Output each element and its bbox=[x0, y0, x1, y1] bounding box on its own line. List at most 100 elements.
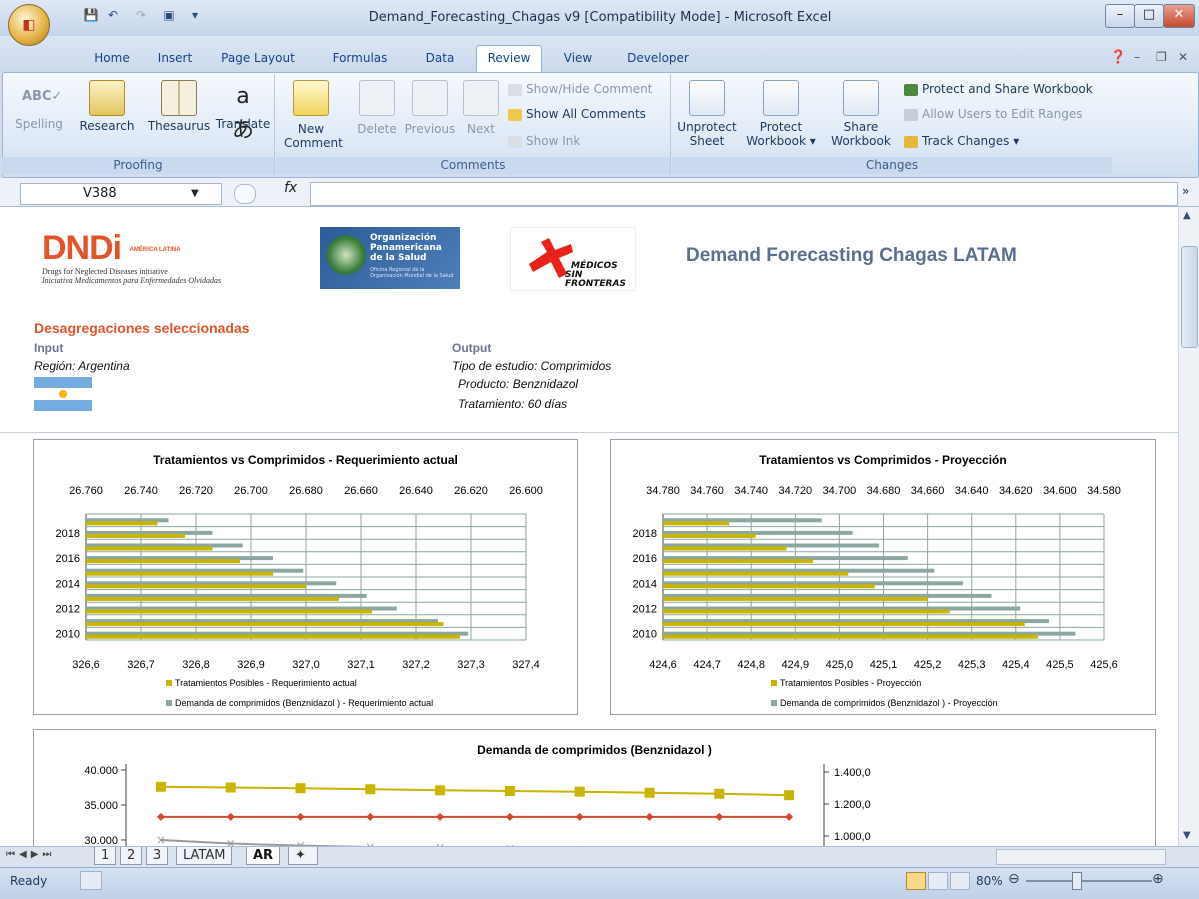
formula-input[interactable] bbox=[310, 182, 1178, 206]
protect-and-share-button[interactable]: Protect and Share Workbook bbox=[904, 80, 1093, 98]
tab-page-layout[interactable]: Page Layout bbox=[214, 46, 302, 70]
sheet-tab-3[interactable]: 3 bbox=[146, 847, 169, 865]
y-axis-tick-label: 2012 bbox=[56, 604, 80, 616]
output-line-2: Producto: Benznidazol bbox=[458, 377, 579, 391]
sheet-tab-ar[interactable]: AR bbox=[246, 847, 281, 865]
formula-cancel-icon[interactable] bbox=[234, 184, 256, 204]
macro-record-icon[interactable] bbox=[80, 871, 102, 890]
bottom-axis-tick-label: 424,8 bbox=[737, 659, 765, 671]
protect-workbook-button[interactable]: Protect Workbook ▾ bbox=[744, 80, 818, 148]
ribbon-restore-icon[interactable]: ❐ bbox=[1156, 50, 1167, 64]
worksheet[interactable]: DNDi AMÉRICA LATINA Drugs for Neglected … bbox=[0, 207, 1178, 846]
sheet-tab-2[interactable]: 2 bbox=[120, 847, 143, 865]
sheet-tab-1[interactable]: 1 bbox=[94, 847, 117, 865]
ops-logo-line1: Organización bbox=[370, 233, 437, 243]
chart-requerimiento-svg: Tratamientos vs Comprimidos - Requerimie… bbox=[56, 453, 543, 708]
help-icon[interactable]: ❓ bbox=[1110, 50, 1126, 65]
protect-and-share-icon bbox=[904, 83, 918, 96]
customize-qat-icon[interactable]: ▾ bbox=[186, 8, 204, 26]
show-hide-comment-button[interactable]: Show/Hide Comment bbox=[508, 80, 652, 98]
bottom-axis-tick-label: 425,2 bbox=[914, 659, 942, 671]
tab-view[interactable]: View bbox=[556, 46, 600, 70]
bottom-axis-tick-label: 425,3 bbox=[958, 659, 986, 671]
bar-tratamientos bbox=[86, 584, 306, 589]
data-point bbox=[715, 812, 724, 821]
delete-comment-button[interactable]: Delete bbox=[350, 80, 404, 136]
sheet-nav-icons[interactable]: ⏮◀▶⏭ bbox=[6, 849, 55, 860]
vertical-scroll-thumb[interactable] bbox=[1181, 246, 1198, 348]
data-point bbox=[784, 790, 795, 801]
next-comment-label: Next bbox=[467, 122, 495, 136]
zoom-in-icon[interactable]: ⊕ bbox=[1152, 871, 1164, 887]
chart-demanda-comprimidos[interactable]: Demanda de comprimidos (Benznidazol ) 40.… bbox=[33, 729, 1156, 846]
horizontal-scrollbar[interactable] bbox=[996, 849, 1166, 865]
bottom-axis-tick-label: 425,0 bbox=[826, 659, 854, 671]
tab-home[interactable]: Home bbox=[84, 46, 140, 70]
tab-review[interactable]: Review bbox=[476, 45, 542, 73]
name-box-dropdown-icon[interactable]: ▼ bbox=[191, 184, 199, 204]
undo-icon[interactable]: ↶ bbox=[104, 8, 122, 26]
office-button[interactable]: ◧ bbox=[8, 4, 50, 46]
ribbon-minimize-icon[interactable]: – bbox=[1134, 50, 1140, 64]
quick-access-icon[interactable]: ▣ bbox=[160, 8, 178, 26]
name-box[interactable]: V388 ▼ bbox=[20, 183, 222, 205]
previous-comment-button[interactable]: Previous bbox=[400, 80, 460, 136]
maximize-button[interactable]: □ bbox=[1134, 4, 1164, 28]
new-comment-button[interactable]: New Comment bbox=[284, 80, 343, 150]
thesaurus-button[interactable]: Thesaurus bbox=[144, 80, 214, 133]
zoom-out-icon[interactable]: ⊖ bbox=[1008, 871, 1020, 887]
tab-developer[interactable]: Developer bbox=[618, 46, 698, 70]
unprotect-sheet-label-1: Unprotect bbox=[677, 120, 737, 134]
globe-icon bbox=[326, 235, 366, 275]
tab-data[interactable]: Data bbox=[418, 46, 462, 70]
zoom-slider[interactable] bbox=[1026, 880, 1152, 882]
data-point: × bbox=[156, 833, 166, 846]
status-text: Ready bbox=[10, 874, 48, 888]
sheet-tab-latam[interactable]: LATAM bbox=[176, 847, 233, 865]
close-button[interactable]: ✕ bbox=[1163, 4, 1195, 28]
page-layout-view-icon[interactable] bbox=[928, 872, 948, 890]
expand-formula-bar-icon[interactable]: » bbox=[1182, 184, 1189, 198]
spelling-button[interactable]: ABC✓ Spelling bbox=[8, 80, 70, 131]
insert-sheet-icon[interactable]: ✦ bbox=[288, 847, 318, 865]
tab-insert[interactable]: Insert bbox=[148, 46, 202, 70]
page-break-view-icon[interactable] bbox=[950, 872, 970, 890]
new-comment-label-2: Comment bbox=[284, 136, 343, 150]
minimize-button[interactable]: – bbox=[1105, 4, 1135, 28]
save-icon[interactable]: 💾 bbox=[82, 8, 100, 26]
allow-edit-ranges-button[interactable]: Allow Users to Edit Ranges bbox=[904, 105, 1082, 123]
argentina-flag bbox=[34, 377, 92, 411]
dndi-logo-text: DNDi bbox=[42, 229, 122, 267]
top-axis-tick-label: 34.680 bbox=[867, 485, 901, 497]
legend-swatch-tratamientos bbox=[166, 680, 172, 686]
workbook-close-icon[interactable]: ✕ bbox=[1178, 50, 1188, 64]
top-axis-tick-label: 26.660 bbox=[344, 485, 378, 497]
top-axis-tick-label: 26.680 bbox=[289, 485, 323, 497]
show-all-comments-button[interactable]: Show All Comments bbox=[508, 105, 646, 123]
show-ink-button[interactable]: Show Ink bbox=[508, 132, 580, 150]
data-point bbox=[645, 812, 654, 821]
tab-formulas[interactable]: Formulas bbox=[324, 46, 396, 70]
insert-function-icon[interactable]: fx bbox=[284, 180, 297, 196]
data-point bbox=[575, 812, 584, 821]
scroll-up-icon[interactable]: ▲ bbox=[1183, 210, 1191, 221]
chart-proyeccion[interactable]: Tratamientos vs Comprimidos - Proyección… bbox=[610, 439, 1156, 715]
normal-view-icon[interactable] bbox=[906, 872, 926, 890]
new-comment-icon bbox=[293, 80, 329, 116]
legend-label-demanda: Demanda de comprimidos (Benznidazol ) - … bbox=[175, 698, 433, 708]
share-workbook-button[interactable]: Share Workbook bbox=[824, 80, 898, 148]
track-changes-button[interactable]: Track Changes ▾ bbox=[904, 132, 1019, 150]
chart-requerimiento-actual[interactable]: Tratamientos vs Comprimidos - Requerimie… bbox=[33, 439, 578, 715]
redo-icon[interactable]: ↷ bbox=[132, 8, 150, 26]
bottom-axis-tick-label: 327,4 bbox=[512, 659, 540, 671]
y-axis-tick-label: 2010 bbox=[56, 629, 80, 641]
translate-button[interactable]: aあ Translate bbox=[214, 80, 272, 143]
unprotect-sheet-button[interactable]: Unprotect Sheet bbox=[676, 80, 738, 148]
zoom-slider-thumb[interactable] bbox=[1072, 872, 1082, 890]
show-ink-label: Show Ink bbox=[526, 134, 581, 148]
next-comment-button[interactable]: Next bbox=[460, 80, 502, 136]
scroll-down-icon[interactable]: ▼ bbox=[1183, 830, 1191, 841]
data-point: × bbox=[295, 839, 305, 846]
research-button[interactable]: Research bbox=[70, 80, 144, 133]
zoom-level[interactable]: 80% bbox=[976, 874, 1003, 888]
